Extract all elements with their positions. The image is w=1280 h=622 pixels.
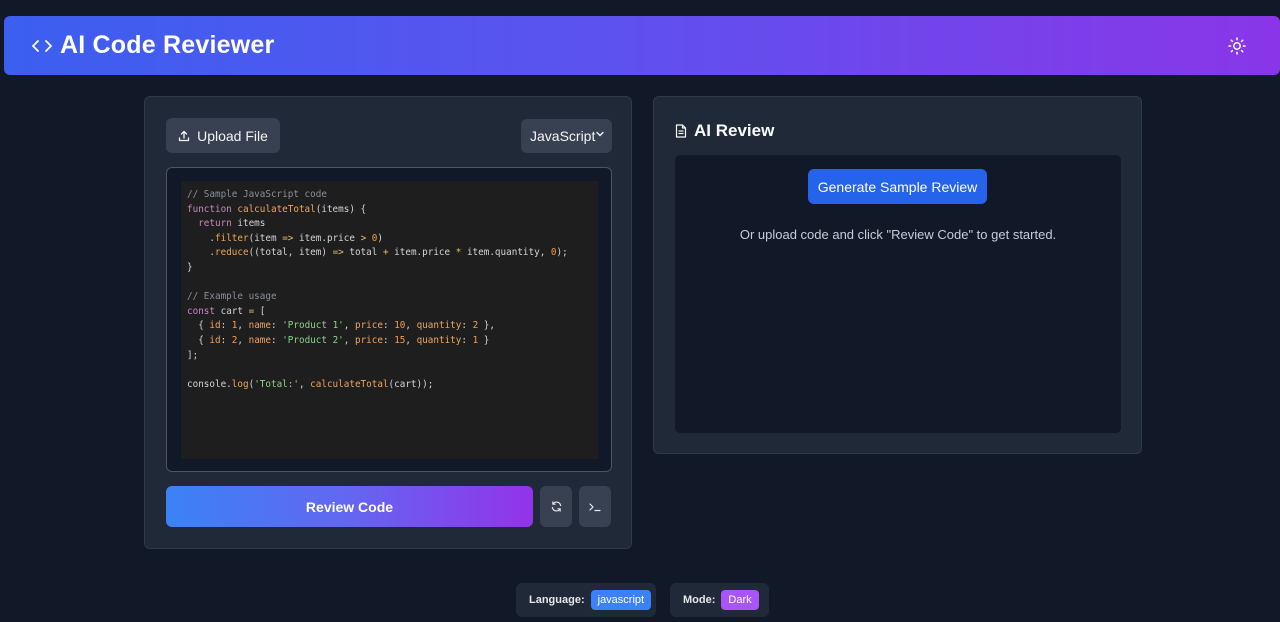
chevron-down-icon bbox=[596, 131, 604, 137]
ai-review-heading: AI Review bbox=[675, 121, 774, 141]
app-title: AI Code Reviewer bbox=[60, 31, 275, 59]
sun-icon bbox=[1228, 37, 1246, 55]
terminal-button[interactable] bbox=[579, 486, 611, 527]
upload-file-button[interactable]: Upload File bbox=[166, 118, 280, 153]
ai-review-title: AI Review bbox=[694, 121, 775, 140]
language-badge: javascript bbox=[590, 590, 652, 610]
language-select[interactable]: JavaScript bbox=[521, 119, 612, 153]
code-icon bbox=[32, 36, 52, 56]
review-output-area: Generate Sample Review Or upload code an… bbox=[675, 155, 1121, 433]
reset-button[interactable] bbox=[540, 486, 572, 527]
ai-review-panel: AI Review Generate Sample Review Or uplo… bbox=[653, 96, 1142, 454]
theme-toggle-button[interactable] bbox=[1228, 37, 1246, 55]
review-code-button[interactable]: Review Code bbox=[166, 486, 533, 527]
upload-file-label: Upload File bbox=[197, 127, 268, 144]
code-editor-frame: // Sample JavaScript code function calcu… bbox=[166, 167, 612, 472]
refresh-icon bbox=[551, 501, 561, 512]
code-editor[interactable]: // Sample JavaScript code function calcu… bbox=[181, 181, 598, 459]
code-editor-panel: Upload File JavaScript // Sample JavaScr… bbox=[144, 96, 632, 549]
language-status: Language: javascript bbox=[516, 583, 656, 617]
language-status-label: Language: bbox=[529, 594, 585, 606]
mode-badge: Dark bbox=[721, 590, 759, 610]
language-select-value: JavaScript bbox=[530, 128, 596, 144]
mode-status: Mode: Dark bbox=[670, 583, 769, 617]
mode-status-label: Mode: bbox=[683, 594, 716, 606]
review-hint-text: Or upload code and click "Review Code" t… bbox=[739, 227, 1057, 242]
app-header: AI Code Reviewer bbox=[4, 16, 1280, 75]
upload-icon bbox=[178, 130, 190, 141]
generate-sample-review-button[interactable]: Generate Sample Review bbox=[808, 169, 987, 204]
document-icon bbox=[675, 124, 687, 138]
terminal-icon bbox=[589, 502, 601, 511]
